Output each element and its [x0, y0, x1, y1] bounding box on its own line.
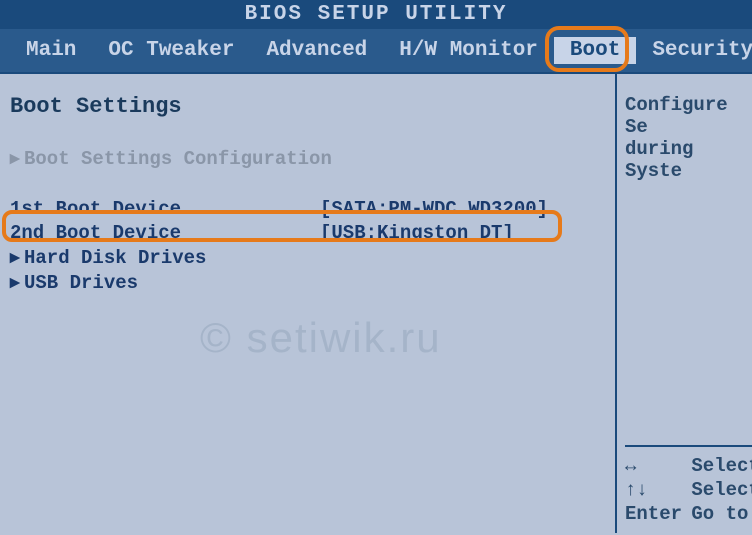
key-row: Enter Go to [625, 503, 752, 525]
enter-key-label: Enter [625, 503, 680, 525]
help-line: Configure Se [625, 94, 752, 138]
tab-oc-tweaker[interactable]: OC Tweaker [92, 37, 250, 64]
hard-disk-drives[interactable]: ▸Hard Disk Drives [10, 246, 609, 269]
menu-bar: Main OC Tweaker Advanced H/W Monitor Boo… [0, 29, 752, 72]
content-area: Boot Settings ▸Boot Settings Configurati… [0, 72, 752, 533]
title-bar: BIOS SETUP UTILITY [0, 0, 752, 29]
second-boot-device-row[interactable]: 2nd Boot Device [USB:Kingston DT] [10, 222, 609, 244]
key-desc: Select [691, 455, 752, 477]
key-desc: Select [691, 479, 752, 501]
first-boot-device-label: 1st Boot Device [10, 198, 320, 220]
usb-drives[interactable]: ▸USB Drives [10, 271, 609, 294]
main-panel: Boot Settings ▸Boot Settings Configurati… [0, 74, 617, 533]
tab-advanced[interactable]: Advanced [250, 37, 383, 64]
arrow-lr-icon: ↔ [625, 455, 680, 477]
help-line: during Syste [625, 138, 752, 182]
watermark: © setiwik.ru [200, 314, 442, 362]
boot-settings-configuration[interactable]: ▸Boot Settings Configuration [10, 147, 609, 170]
second-boot-device-value: [USB:Kingston DT] [320, 222, 514, 244]
tab-hw-monitor[interactable]: H/W Monitor [383, 37, 554, 64]
first-boot-device-value: [SATA:PM-WDC WD3200] [320, 198, 548, 220]
triangle-icon: ▸ [10, 271, 24, 294]
tab-boot[interactable]: Boot [554, 37, 636, 64]
side-panel: Configure Se during Syste ↔ Select ↑↓ Se… [617, 74, 752, 533]
tab-security[interactable]: Security [636, 37, 752, 64]
key-row: ↔ Select [625, 455, 752, 477]
triangle-icon: ▸ [10, 246, 24, 269]
help-text: Configure Se during Syste [625, 94, 752, 445]
first-boot-device-row[interactable]: 1st Boot Device [SATA:PM-WDC WD3200] [10, 198, 609, 220]
tab-main[interactable]: Main [10, 37, 92, 64]
section-title: Boot Settings [10, 94, 609, 119]
key-desc: Go to [691, 503, 748, 525]
key-legend: ↔ Select ↑↓ Select Enter Go to [625, 445, 752, 533]
app-title: BIOS SETUP UTILITY [245, 3, 508, 26]
second-boot-device-label: 2nd Boot Device [10, 222, 320, 244]
key-row: ↑↓ Select [625, 479, 752, 501]
arrow-ud-icon: ↑↓ [625, 479, 680, 501]
triangle-icon: ▸ [10, 147, 24, 170]
